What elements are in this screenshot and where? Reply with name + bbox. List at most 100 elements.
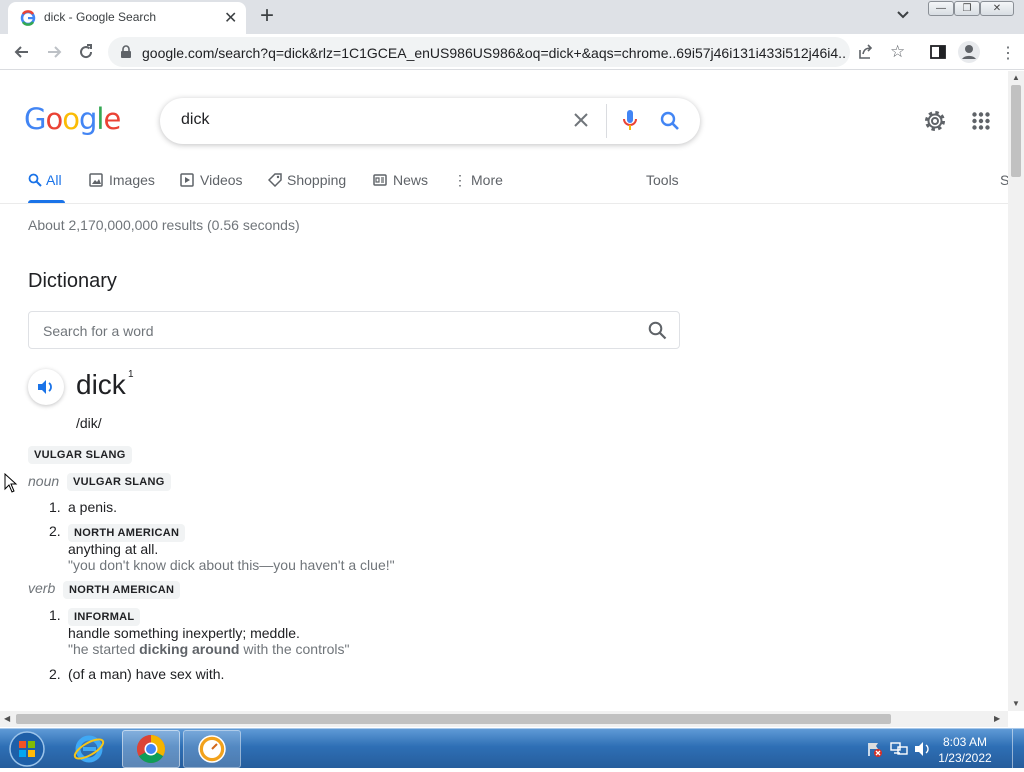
sense-definition: a penis. [68,499,118,515]
scroll-left-arrow-icon[interactable]: ◀ [4,714,10,723]
app-taskbar-button[interactable] [183,730,241,768]
horizontal-scrollbar[interactable]: ◀ ▶ [0,711,1008,727]
vertical-scrollbar[interactable]: ▲ ▼ [1008,71,1024,711]
lock-icon[interactable] [120,45,132,64]
scroll-down-arrow-icon[interactable]: ▼ [1012,699,1020,708]
chrome-taskbar-button[interactable] [122,730,180,768]
newspaper-icon [373,174,387,186]
tab-more[interactable]: ⋮ More [453,172,503,189]
pronunciation-button[interactable] [28,369,64,405]
dictionary-search-field[interactable]: Search for a word [28,311,680,349]
microphone-icon[interactable] [622,109,638,138]
google-favicon-icon [20,10,36,31]
internet-explorer-icon[interactable] [72,732,106,771]
action-center-flag-icon[interactable] [866,741,882,762]
search-icon[interactable] [660,111,680,136]
start-button[interactable] [8,731,46,772]
kebab-menu-icon[interactable]: ⋮ [1000,43,1016,63]
example-text: "he started [68,641,140,657]
sense-number: 1. [49,499,61,515]
search-divider [606,104,607,138]
tab-news[interactable]: News [373,172,428,188]
tab-title: dick - Google Search [44,10,157,24]
tab-all-label: All [46,172,62,188]
google-logo[interactable]: Google [24,102,121,136]
logo-letter: e [103,102,121,136]
headword-superscript: 1 [128,369,134,380]
share-icon[interactable] [858,44,874,65]
example-highlight: dicking around [139,641,240,657]
search-icon [28,173,42,187]
dictionary-headword: dick [76,369,126,400]
tab-shopping[interactable]: Shopping [267,172,347,188]
chevron-down-icon[interactable] [896,8,910,27]
taskbar: 8:03 AM 1/23/2022 [0,728,1024,771]
tab-news-label: News [393,172,429,188]
browser-tab[interactable]: dick - Google Search ✕ [8,2,246,34]
apps-grid-icon[interactable] [972,112,990,135]
back-arrow-icon[interactable] [12,42,32,67]
clock-date: 1/23/2022 [938,751,992,765]
logo-letter: g [78,102,97,136]
settings-gear-icon[interactable] [923,109,947,138]
reload-icon[interactable] [76,42,96,67]
dictionary-search-placeholder: Search for a word [43,323,154,339]
tab-images-label: Images [109,172,155,188]
usage-badge: NORTH AMERICAN [68,524,186,542]
clear-search-icon[interactable] [572,111,590,134]
video-play-icon [180,173,194,187]
sense-definition: anything at all. [68,541,159,557]
close-window-button[interactable]: ✕ [980,1,1014,16]
image-icon [89,173,103,187]
chrome-icon [137,735,165,763]
sense-example: "he started dicking around with the cont… [68,641,350,657]
tab-more-label: More [471,172,503,188]
phonetic-spelling: /dik/ [76,415,102,431]
minimize-button[interactable]: — [928,1,954,16]
sense-number: 2. [49,666,61,682]
tab-videos[interactable]: Videos [180,172,243,188]
tab-images[interactable]: Images [89,172,155,188]
logo-letter: G [24,102,47,136]
network-icon[interactable] [890,741,908,762]
usage-badge: VULGAR SLANG [67,473,171,491]
usage-badge: INFORMAL [68,608,141,626]
forward-arrow-icon[interactable] [44,42,64,67]
show-desktop-button[interactable] [1012,729,1024,769]
side-panel-icon[interactable] [930,44,946,65]
logo-letter: o [62,102,80,136]
tools-button[interactable]: Tools [646,172,679,188]
usage-badge: VULGAR SLANG [28,446,132,464]
sense-number: 1. [49,607,61,623]
part-of-speech-noun: noun [28,473,60,489]
sense-definition: handle something inexpertly; meddle. [68,625,300,641]
bookmark-star-icon[interactable]: ☆ [890,42,905,62]
tag-icon [267,173,282,188]
example-text: with the controls" [239,641,350,657]
profile-avatar-icon[interactable] [958,41,980,68]
scroll-right-arrow-icon[interactable]: ▶ [994,714,1000,723]
restore-button[interactable]: ❐ [954,1,980,16]
tab-all[interactable]: All [28,172,62,188]
browser-toolbar: google.com/search?q=dick&rlz=1C1GCEA_enU… [0,34,1024,70]
system-clock[interactable]: 8:03 AM 1/23/2022 [930,734,1000,766]
more-vert-icon: ⋮ [453,172,467,188]
tab-strip: dick - Google Search ✕ + — ❐ ✕ [0,0,1024,34]
vertical-scroll-thumb[interactable] [1011,85,1021,177]
url-text: google.com/search?q=dick&rlz=1C1GCEA_enU… [142,45,846,61]
sense-definition: (of a man) have sex with. [68,666,225,682]
search-input[interactable]: dick [181,111,209,129]
search-box[interactable]: dick [160,98,700,144]
horizontal-scroll-thumb[interactable] [16,714,891,724]
part-of-speech-verb: verb [28,580,56,596]
usage-badge: NORTH AMERICAN [63,581,181,599]
new-tab-icon[interactable]: + [260,3,274,29]
search-icon[interactable] [648,321,667,345]
address-bar[interactable]: google.com/search?q=dick&rlz=1C1GCEA_enU… [108,37,850,67]
tab-videos-label: Videos [200,172,243,188]
tab-shopping-label: Shopping [287,172,347,188]
result-stats: About 2,170,000,000 results (0.56 second… [28,217,300,233]
mouse-cursor-icon [4,472,18,498]
scroll-up-arrow-icon[interactable]: ▲ [1012,73,1020,82]
tab-close-icon[interactable]: ✕ [224,8,237,28]
